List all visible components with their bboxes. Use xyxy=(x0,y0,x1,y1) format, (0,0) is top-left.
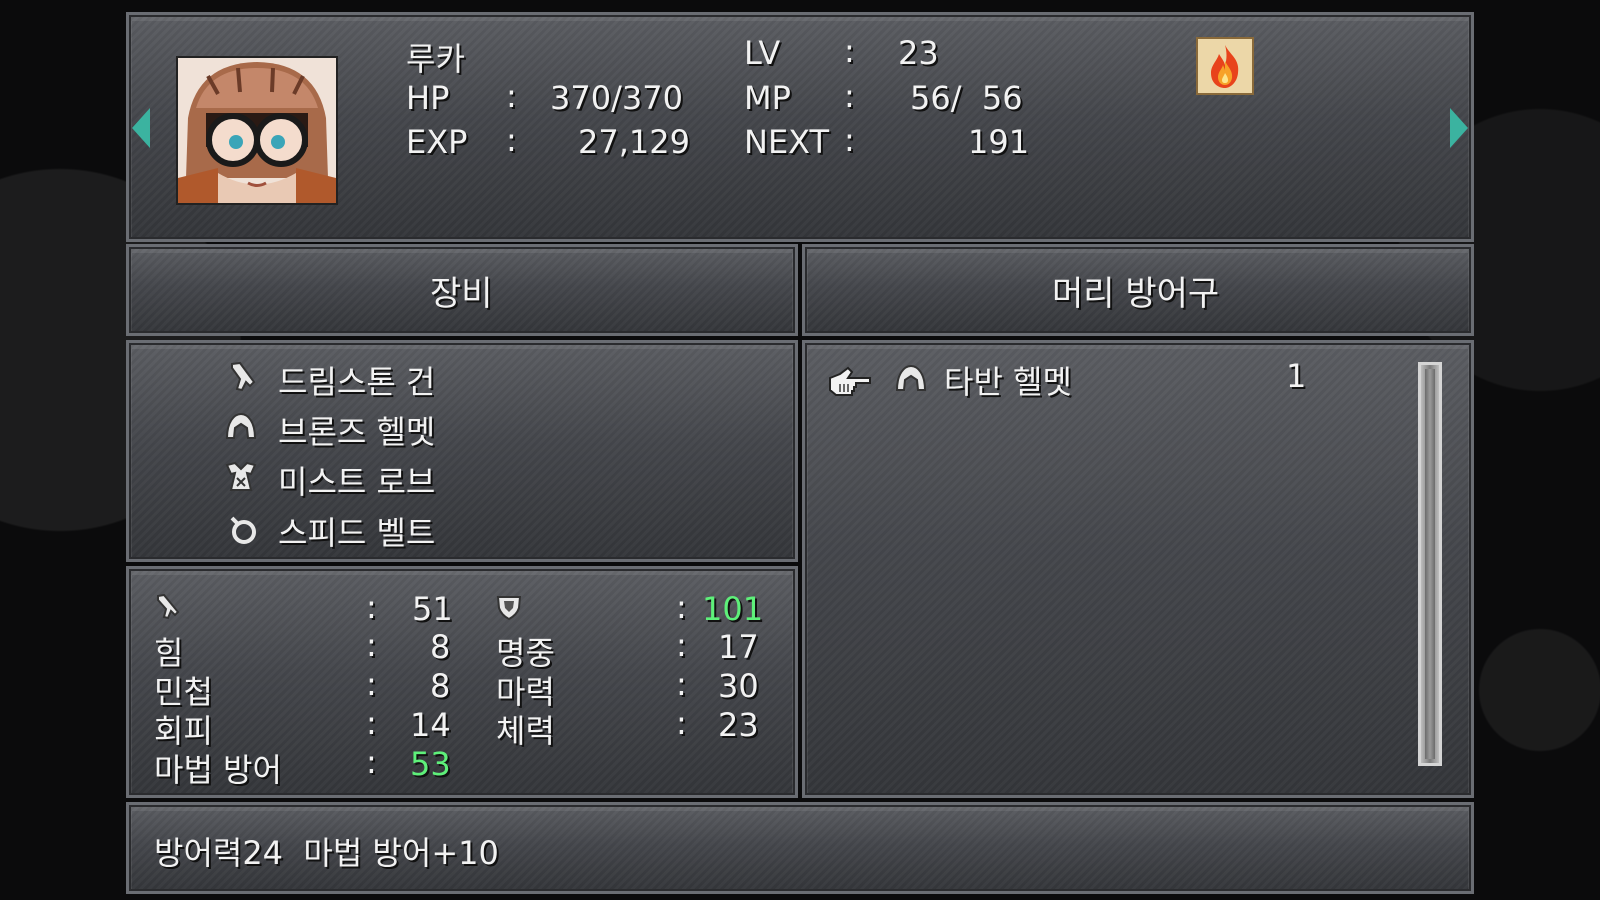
stat-attack-colon: : xyxy=(366,588,377,626)
stat-power-value: 8 xyxy=(430,628,451,666)
tab-head-armor-label: 머리 방어구 xyxy=(1052,274,1220,314)
inventory-item-name[interactable]: 타반 헬멧 xyxy=(944,357,1072,403)
next-character-arrow-icon[interactable] xyxy=(1450,108,1468,148)
stat-magic-colon: : xyxy=(676,665,687,703)
equipped-accessory-name[interactable]: 스피드 벨트 xyxy=(278,508,435,554)
stat-stamina-label: 체력 xyxy=(496,712,555,750)
mp-value: 56/ 56 xyxy=(910,79,1023,117)
accessory-icon xyxy=(226,512,260,546)
defense-icon xyxy=(494,592,524,622)
lv-label: LV xyxy=(744,34,781,72)
mp-label: MP xyxy=(744,79,791,117)
item-description: 방어력24 마법 방어+10 xyxy=(154,834,499,872)
hp-label: HP xyxy=(406,79,450,117)
stat-speed-colon: : xyxy=(366,665,377,703)
lv-colon: : xyxy=(844,32,855,70)
stat-accuracy-colon: : xyxy=(676,626,687,664)
equipped-weapon-name[interactable]: 드림스톤 건 xyxy=(278,357,435,403)
stat-defense-colon: : xyxy=(676,588,687,626)
stat-magic-defense-value: 53 xyxy=(410,745,451,783)
pointer-hand-icon xyxy=(826,362,876,402)
mp-colon: : xyxy=(844,77,855,115)
previous-character-arrow-icon[interactable] xyxy=(132,108,150,148)
attack-icon xyxy=(154,592,184,622)
character-name: 루카 xyxy=(406,40,465,78)
stat-magic-defense-label: 마법 방어 xyxy=(154,751,282,789)
next-label: NEXT xyxy=(744,123,830,161)
inventory-list-panel xyxy=(802,340,1474,798)
stat-stamina-value: 23 xyxy=(718,706,759,744)
stat-speed-value: 8 xyxy=(430,667,451,705)
helmet-icon xyxy=(224,410,258,444)
stat-power-colon: : xyxy=(366,626,377,664)
stat-magic-defense-colon: : xyxy=(366,743,377,781)
helmet-icon xyxy=(894,362,928,396)
equipped-armor-name[interactable]: 미스트 로브 xyxy=(278,457,435,503)
next-value: 191 xyxy=(968,123,1030,161)
hp-value: 370/370 xyxy=(550,79,683,117)
gun-icon xyxy=(226,360,260,394)
next-colon: : xyxy=(844,121,855,159)
exp-value: 27,129 xyxy=(578,123,690,161)
equipped-helmet-name[interactable]: 브론즈 헬멧 xyxy=(278,407,435,453)
stat-accuracy-value: 17 xyxy=(718,628,759,666)
stat-evasion-value: 14 xyxy=(410,706,451,744)
stat-defense-value: 101 xyxy=(702,590,764,628)
scrollbar-track xyxy=(1425,369,1435,759)
exp-colon: : xyxy=(506,121,517,159)
stat-evasion-colon: : xyxy=(366,704,377,742)
hp-colon: : xyxy=(506,77,517,115)
lv-value: 23 xyxy=(898,34,939,72)
character-portrait xyxy=(176,56,338,205)
stat-stamina-colon: : xyxy=(676,704,687,742)
inventory-item-count: 1 xyxy=(1286,357,1307,395)
fire-icon xyxy=(1196,37,1254,95)
tab-equip-label: 장비 xyxy=(430,274,493,314)
armor-icon xyxy=(224,460,258,494)
stat-magic-value: 30 xyxy=(718,667,759,705)
stat-attack-value: 51 xyxy=(412,590,453,628)
inventory-scrollbar[interactable] xyxy=(1418,362,1442,766)
exp-label: EXP xyxy=(406,123,468,161)
